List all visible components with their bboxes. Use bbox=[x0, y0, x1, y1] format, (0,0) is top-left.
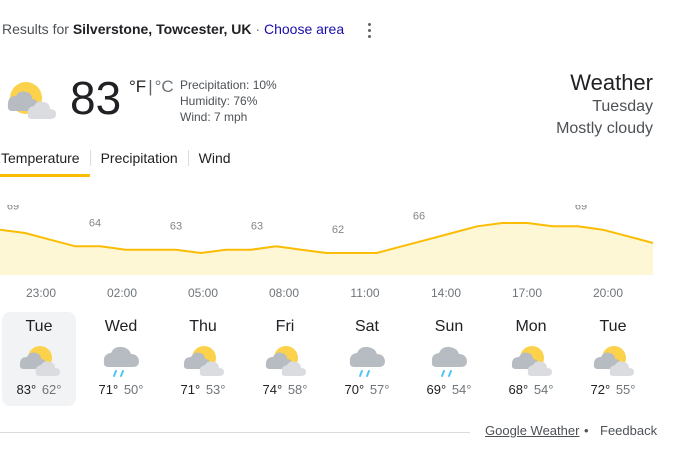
current-temperature: 83 bbox=[70, 72, 122, 124]
low-temperature: 50° bbox=[123, 382, 144, 397]
partly-cloudy-icon bbox=[511, 346, 552, 376]
temperature-chart: 69 64 63 63 62 66 71 69 bbox=[0, 205, 654, 275]
weather-day: Tuesday bbox=[592, 98, 653, 115]
wind-detail: Wind: 7 mph bbox=[180, 110, 248, 124]
day-temperatures: 71° 50° bbox=[84, 382, 158, 397]
more-options-icon[interactable] bbox=[362, 20, 376, 40]
day-forecast-fri[interactable]: Fri 74° 58° bbox=[248, 312, 322, 406]
day-temperatures: 83° 62° bbox=[2, 382, 76, 397]
google-weather-link[interactable]: Google Weather bbox=[485, 423, 579, 438]
temperature-value-label: 71 bbox=[494, 205, 506, 206]
day-forecast-sat[interactable]: Sat 70° 57° bbox=[330, 312, 404, 406]
day-name: Sat bbox=[354, 318, 379, 335]
high-temperature: 68° bbox=[508, 382, 529, 397]
hour-tick-label: 20:00 bbox=[592, 286, 624, 300]
weather-title: Weather bbox=[570, 70, 653, 95]
day-forecast-thu[interactable]: Thu 71° 53° bbox=[166, 312, 240, 406]
day-name: Tue bbox=[25, 318, 53, 335]
hour-axis: 23:00 02:00 05:00 08:00 11:00 14:00 17:00 20:00 bbox=[0, 286, 675, 302]
temperature-value-label: 69 bbox=[575, 205, 587, 213]
weather-details: Precipitation: 10% Humidity: 76% Wind: 7… bbox=[180, 77, 277, 125]
day-forecast-wed[interactable]: Wed 71° 50° bbox=[84, 312, 158, 406]
hour-tick-label: 11:00 bbox=[350, 286, 380, 300]
low-temperature: 62° bbox=[41, 382, 62, 397]
weather-condition: Mostly cloudy bbox=[556, 120, 653, 137]
temperature-value-label: 63 bbox=[170, 221, 182, 233]
rain-icon bbox=[103, 346, 139, 377]
day-temperatures: 74° 58° bbox=[248, 382, 322, 397]
day-temperatures: 69° 54° bbox=[412, 382, 486, 397]
hour-tick-label: 14:00 bbox=[430, 286, 462, 300]
day-temperatures: 71° 53° bbox=[166, 382, 240, 397]
temperature-value-label: 69 bbox=[7, 205, 19, 213]
unit-celsius[interactable]: °C bbox=[155, 77, 174, 96]
high-temperature: 70° bbox=[344, 382, 365, 397]
high-temperature: 72° bbox=[590, 382, 611, 397]
hour-tick-label: 02:00 bbox=[106, 286, 138, 300]
temperature-area bbox=[0, 223, 653, 275]
high-temperature: 69° bbox=[426, 382, 447, 397]
unit-separator: | bbox=[148, 77, 153, 96]
temperature-value-label: 63 bbox=[251, 221, 263, 233]
day-name: Sun bbox=[434, 318, 464, 335]
day-name: Wed bbox=[104, 318, 138, 335]
temperature-value-label: 64 bbox=[89, 217, 101, 229]
day-name: Thu bbox=[189, 318, 217, 335]
day-forecast-tue[interactable]: Tue 83° 62° bbox=[2, 312, 76, 406]
humidity-detail: Humidity: 76% bbox=[180, 94, 258, 108]
day-forecast-mon[interactable]: Mon 68° 54° bbox=[494, 312, 568, 406]
day-temperatures: 68° 54° bbox=[494, 382, 568, 397]
chart-tabs: Temperature Precipitation Wind bbox=[0, 148, 241, 177]
tab-wind[interactable]: Wind bbox=[189, 148, 241, 174]
results-prefix: Results for bbox=[2, 21, 69, 37]
choose-area-link[interactable]: Choose area bbox=[264, 21, 344, 37]
location-name: Silverstone, Towcester, UK bbox=[72, 21, 252, 37]
results-header: Results for Silverstone, Towcester, UK ·… bbox=[2, 21, 344, 37]
low-temperature: 54° bbox=[533, 382, 554, 397]
high-temperature: 71° bbox=[180, 382, 201, 397]
hour-tick-label: 05:00 bbox=[187, 286, 219, 300]
rain-icon bbox=[349, 346, 385, 377]
day-forecast-sun[interactable]: Sun 69° 54° bbox=[412, 312, 486, 406]
low-temperature: 55° bbox=[615, 382, 636, 397]
partly-cloudy-icon bbox=[183, 346, 224, 376]
high-temperature: 71° bbox=[98, 382, 119, 397]
unit-toggle: °F | °C bbox=[129, 77, 174, 97]
day-name: Tue bbox=[599, 318, 627, 335]
feedback-link[interactable]: Feedback bbox=[600, 423, 657, 438]
weather-summary: Weather Tuesday Mostly cloudy bbox=[556, 70, 653, 140]
tab-precipitation[interactable]: Precipitation bbox=[91, 148, 188, 174]
low-temperature: 53° bbox=[205, 382, 226, 397]
hour-tick-label: 08:00 bbox=[268, 286, 300, 300]
hour-tick-label: 17:00 bbox=[511, 286, 543, 300]
high-temperature: 74° bbox=[262, 382, 283, 397]
high-temperature: 83° bbox=[16, 382, 37, 397]
day-forecast-tue[interactable]: Tue 72° 55° bbox=[576, 312, 650, 406]
partly-cloudy-icon bbox=[19, 346, 60, 376]
hour-tick-label: 23:00 bbox=[25, 286, 57, 300]
daily-forecast: Tue 83° 62° Wed 71° 50° Thu 71° 53° Fri 74° 58°… bbox=[0, 312, 675, 406]
temperature-value-label: 62 bbox=[332, 224, 344, 236]
tab-temperature[interactable]: Temperature bbox=[0, 148, 90, 177]
day-name: Fri bbox=[275, 318, 295, 335]
partly-cloudy-icon bbox=[7, 82, 56, 119]
low-temperature: 58° bbox=[287, 382, 308, 397]
footer-dot: • bbox=[584, 423, 589, 438]
partly-cloudy-icon bbox=[265, 346, 306, 376]
day-name: Mon bbox=[515, 318, 547, 335]
low-temperature: 54° bbox=[451, 382, 472, 397]
day-temperatures: 70° 57° bbox=[330, 382, 404, 397]
rain-icon bbox=[431, 346, 467, 377]
temperature-value-label: 66 bbox=[413, 211, 425, 223]
header-separator: · bbox=[255, 21, 261, 37]
low-temperature: 57° bbox=[369, 382, 390, 397]
unit-fahrenheit[interactable]: °F bbox=[129, 77, 146, 96]
partly-cloudy-icon bbox=[593, 346, 634, 376]
precipitation-detail: Precipitation: 10% bbox=[180, 78, 277, 92]
day-temperatures: 72° 55° bbox=[576, 382, 650, 397]
footer-divider bbox=[0, 432, 470, 433]
